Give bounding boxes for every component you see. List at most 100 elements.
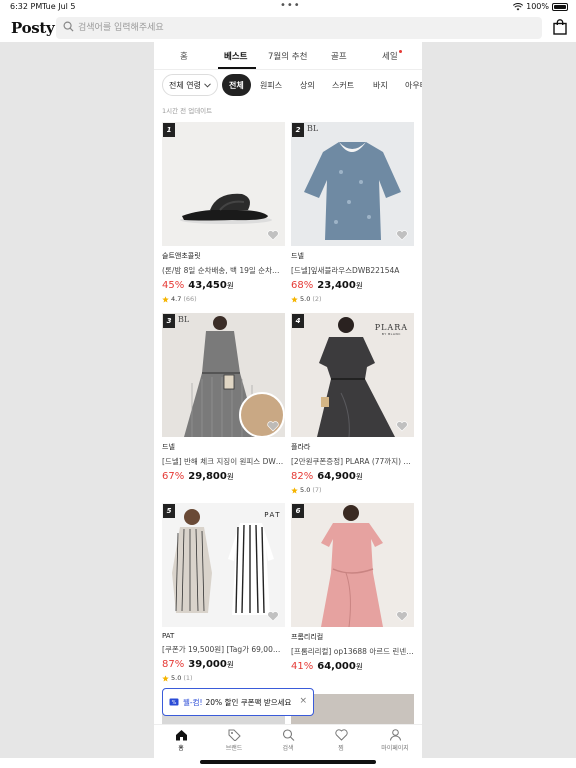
brand-logo-bl: BL xyxy=(178,315,190,324)
nav-home[interactable]: 홈 xyxy=(158,729,204,752)
price: 64,000 xyxy=(317,661,356,672)
rating: 5.0 (2) xyxy=(291,295,414,303)
rank-badge: 3 xyxy=(163,314,175,328)
star-icon xyxy=(291,295,298,303)
rating-value: 4.7 xyxy=(171,295,182,303)
heart-icon[interactable] xyxy=(267,421,279,432)
star-icon xyxy=(162,674,169,682)
price: 29,800 xyxy=(188,471,227,482)
chip-outer[interactable]: 아우터 xyxy=(405,74,422,96)
close-icon[interactable]: × xyxy=(299,696,307,706)
product-image[interactable]: 4 PLARA BY BLANC xyxy=(291,313,414,437)
price: 23,400 xyxy=(317,280,356,291)
rank-badge: 5 xyxy=(163,504,175,518)
tab-july-picks[interactable]: 7월의 추천 xyxy=(268,50,307,62)
chevron-down-icon xyxy=(204,82,211,88)
review-count: (7) xyxy=(312,486,322,494)
heart-icon xyxy=(334,729,348,741)
plara-logo-sub: BY BLANC xyxy=(381,332,401,336)
rating-value: 5.0 xyxy=(171,674,182,682)
plara-logo-text: PLARA xyxy=(374,323,408,332)
nav-wishlist[interactable]: 찜 xyxy=(318,729,364,752)
heart-icon[interactable] xyxy=(396,230,408,241)
age-dropdown[interactable]: 전체 연령 xyxy=(162,74,218,96)
product-image[interactable]: 3 BL xyxy=(162,313,285,437)
multitask-dots[interactable]: ••• xyxy=(280,0,301,11)
tag-icon xyxy=(228,729,241,741)
product-card[interactable]: 4 PLARA BY BLANC 플라라 [2만원쿠폰증정] PLARA (77… xyxy=(291,313,414,494)
price: 39,000 xyxy=(188,659,227,670)
left-gutter xyxy=(0,42,154,758)
coupon-banner[interactable]: % 웰-컴! 20% 할인 쿠폰팩 받으세요 × xyxy=(162,688,314,716)
discount-rate: 45% xyxy=(162,280,185,291)
product-brand: PAT xyxy=(162,632,175,640)
product-card[interactable]: 1 슬트앤초콜릿 (론/밤 8일 순차배송, 백 19일 순차배송) 45% 43… xyxy=(162,122,285,303)
product-title: [드넬] 반해 체크 지징이 원피스 DWO22 xyxy=(162,457,285,466)
coupon-icon: % xyxy=(169,698,179,706)
product-image[interactable]: BL 2 xyxy=(291,122,414,246)
review-count: (66) xyxy=(183,295,197,303)
nav-search[interactable]: 검색 xyxy=(265,729,311,752)
heart-icon[interactable] xyxy=(396,611,408,622)
currency: 원 xyxy=(226,660,234,669)
search-bar[interactable] xyxy=(56,17,542,39)
rank-badge: 6 xyxy=(292,504,304,518)
star-icon xyxy=(291,486,298,494)
filter-chips: 전체 연령 전체 원피스 상의 스커트 바지 아우터 xyxy=(154,74,422,98)
heart-icon[interactable] xyxy=(396,421,408,432)
status-right: 100% xyxy=(513,2,568,11)
brand-logo-pat: PAT xyxy=(264,511,281,519)
home-icon xyxy=(175,730,187,741)
heart-icon[interactable] xyxy=(267,230,279,241)
product-photo-blouse xyxy=(291,122,414,246)
chip-dress[interactable]: 원피스 xyxy=(260,74,282,96)
currency: 원 xyxy=(355,662,363,671)
product-card[interactable]: 5 PAT PAT [쿠폰가 19,500원] [Tag가 69,000원] 8… xyxy=(162,503,285,682)
product-brand: 슬트앤초콜릿 xyxy=(162,252,201,260)
product-image[interactable]: 1 xyxy=(162,122,285,246)
discount-rate: 67% xyxy=(162,471,185,482)
tab-golf[interactable]: 골프 xyxy=(331,50,347,62)
product-image[interactable]: 5 PAT xyxy=(162,503,285,627)
product-card[interactable]: 6 프롬리리컬 [프롬리리컬] op13688 아르드 린넨 원피스 41%64… xyxy=(291,503,414,672)
heart-icon[interactable] xyxy=(267,611,279,622)
main-content: 홈 베스트 7월의 추천 골프 세일 전체 연령 전체 원피스 상의 스커트 바… xyxy=(154,42,422,758)
chip-top[interactable]: 상의 xyxy=(300,74,315,96)
chip-pants[interactable]: 바지 xyxy=(373,74,388,96)
active-tab-indicator xyxy=(218,67,256,69)
home-indicator[interactable] xyxy=(200,760,376,764)
rank-badge: 2 xyxy=(292,123,304,137)
price-line: 41% 64,000원 xyxy=(291,661,414,672)
tab-home[interactable]: 홈 xyxy=(180,50,188,62)
tab-sale[interactable]: 세일 xyxy=(382,50,402,62)
category-tabs: 홈 베스트 7월의 추천 골프 세일 xyxy=(154,42,422,70)
age-dropdown-label: 전체 연령 xyxy=(169,80,201,90)
shopping-bag-icon[interactable] xyxy=(553,19,567,35)
discount-rate: 41% xyxy=(291,661,314,672)
bottom-tab-bar: 홈 브랜드 검색 찜 마이페이지 xyxy=(154,724,422,758)
tab-best[interactable]: 베스트 xyxy=(224,50,247,62)
product-brand: 드넬 xyxy=(162,443,175,451)
coupon-banner-prefix: 웰-컴! xyxy=(183,697,203,707)
nav-brand[interactable]: 브랜드 xyxy=(211,729,257,752)
nav-mypage[interactable]: 마이페이지 xyxy=(372,729,418,752)
posty-logo[interactable]: Posty xyxy=(11,19,55,37)
updated-time: 1시간 전 업데이트 xyxy=(162,107,213,115)
price-line: 45% 43,450원 xyxy=(162,280,285,291)
product-card[interactable]: BL 2 드넬 [드넬]잎새블라우스DWB22154A 68% 23,400원 5… xyxy=(291,122,414,303)
search-input[interactable] xyxy=(78,17,528,39)
product-title: [드넬]잎새블라우스DWB22154A xyxy=(291,266,400,275)
product-photo-sandal xyxy=(180,193,272,224)
product-brand: 드넬 xyxy=(291,252,304,260)
price-line: 87% 39,000원 xyxy=(162,659,285,670)
coupon-banner-text: 20% 할인 쿠폰팩 받으세요 xyxy=(205,697,292,707)
product-card[interactable]: 3 BL 드넬 [드넬] 반해 체크 지징이 원피스 DWO22 67% 29,8… xyxy=(162,313,285,482)
chip-all[interactable]: 전체 xyxy=(222,74,251,96)
battery-percent: 100% xyxy=(526,2,549,11)
currency: 원 xyxy=(355,281,363,290)
product-image[interactable]: 6 xyxy=(291,503,414,627)
nav-wishlist-label: 찜 xyxy=(338,745,344,752)
status-date: Tue Jul 5 xyxy=(42,2,76,11)
status-time: 6:32 PM xyxy=(10,2,43,11)
chip-skirt[interactable]: 스커트 xyxy=(332,74,354,96)
